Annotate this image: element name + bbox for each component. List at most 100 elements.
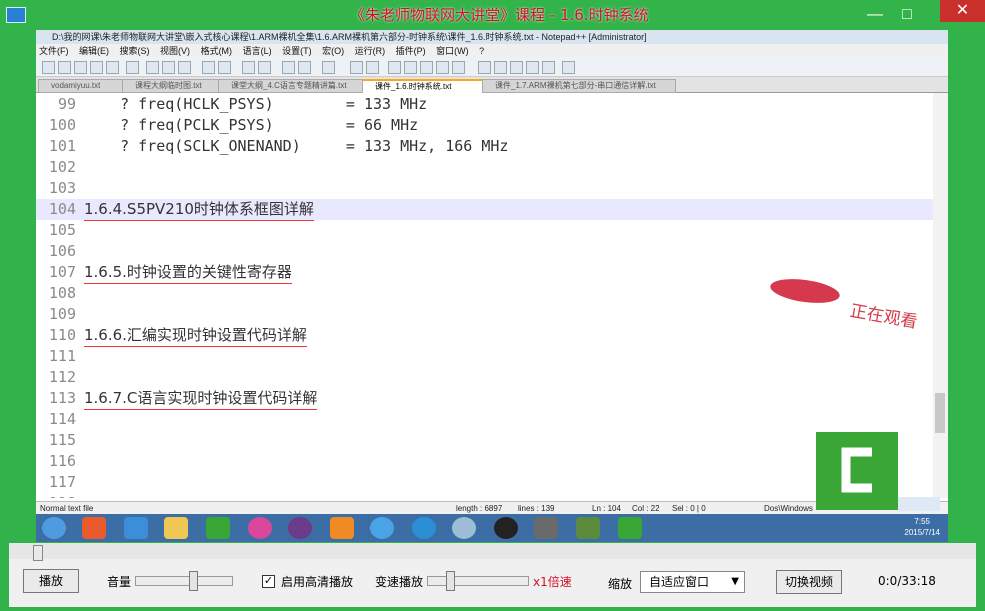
indent-guide-icon [388,61,401,74]
menu-window: 窗口(W) [436,46,469,56]
npp-status-bar: Normal text file length : 6897 lines : 1… [36,501,948,515]
line-number: 116 [48,452,76,470]
folder-workspace-icon [452,61,465,74]
hd-checkbox[interactable]: ✓ [262,575,275,588]
speed-slider[interactable] [427,571,529,591]
tab-c-topics: 课堂大纲_4.C语言专题精讲篇.txt [218,79,370,93]
pdf-icon [330,517,354,539]
player-title: 《朱老师物联网大讲堂》课程 - 1.6.时钟系统 [350,6,649,24]
tab-clock-system: 课件_1.6.时钟系统.txt [362,79,492,94]
show-all-icon [366,61,379,74]
zoom-in-icon [282,61,295,74]
menu-search: 搜索(S) [119,46,150,56]
line-number: 108 [48,284,76,302]
volume-slider[interactable] [135,571,233,591]
speed-knob[interactable] [446,571,455,591]
menu-view: 视图(V) [160,46,191,56]
chevron-down-icon: ▼ [731,576,739,587]
record-macro-icon [478,61,491,74]
time-display: 0:0/33:18 [878,574,936,588]
line-text: ? freq(SCLK_ONENAND) = 133 MHz, 166 MHz [84,137,509,155]
film-icon [6,7,26,23]
camtasia-logo [816,432,898,510]
clock-time: 7:55 [914,517,930,526]
k-app-icon [412,517,436,539]
line-number: 99 [57,95,76,113]
line-number: 114 [48,410,76,428]
lang-icon [404,61,417,74]
video-app-icon [534,517,558,539]
line-text: 1.6.7.C语言实现时钟设置代码详解 [84,388,318,410]
line-number: 117 [48,473,76,491]
tab-vodamiyuu: vodamiyuu.txt [38,79,132,93]
line-text: 1.6.6.汇编实现时钟设置代码详解 [84,325,307,347]
watermark: 正在观看 [768,275,940,340]
editor-line: 102 [36,157,933,178]
line-number: 104 [48,200,76,218]
editor-line: 100 ? freq(PCLK_PSYS) = 66 MHz [36,115,933,136]
folder-icon [164,517,188,539]
camtasia-icon [206,517,230,539]
line-number: 113 [48,389,76,407]
play-macro-icon [510,61,523,74]
doc-map-icon [420,61,433,74]
speed-label: 变速播放 [375,575,424,589]
play-button[interactable]: 播放 [23,569,79,593]
line-number: 106 [48,242,76,260]
npp-toolbar [36,58,948,77]
line-number: 112 [48,368,76,386]
zoom-label: 缩放 [608,577,633,591]
minimize-button[interactable]: — [864,4,886,26]
editor-line: 103 [36,178,933,199]
line-text: ? freq(PCLK_PSYS) = 66 MHz [84,116,419,134]
paste-icon [178,61,191,74]
notepad-icon [576,517,600,539]
menu-edit: 编辑(E) [79,46,110,56]
volume-knob[interactable] [189,571,198,591]
line-number: 101 [48,137,76,155]
save-icon [74,61,87,74]
app-360-icon [82,517,106,539]
clock-date: 2015/7/14 [904,528,940,537]
camtasia-recorder-icon [618,517,642,539]
save-all-icon [90,61,103,74]
run-macro-icon [526,61,539,74]
open-file-icon [58,61,71,74]
save-macro-icon [542,61,555,74]
menu-run: 运行(R) [354,46,386,56]
find-icon [242,61,255,74]
tab-uart: 课件_1.7.ARM裸机第七部分-串口通信详解.txt [482,79,676,93]
close-button[interactable]: ✕ [940,0,985,22]
editor-line: 101 ? freq(SCLK_ONENAND) = 133 MHz, 166 … [36,136,933,157]
copy-icon [162,61,175,74]
editor-line: 106 [36,241,933,262]
line-text: ? freq(HCLK_PSYS) = 133 MHz [84,95,428,113]
line-number: 111 [48,347,76,365]
app-ball-icon [288,517,312,539]
qq-icon [494,517,518,539]
seek-handle[interactable] [33,545,43,561]
line-number: 100 [48,116,76,134]
npp-tab-bar: vodamiyuu.txt 课程大纲临时图.txt 课堂大纲_4.C语言专题精讲… [36,77,948,94]
cut-icon [146,61,159,74]
camtasia-c-icon [816,432,898,510]
stop-macro-icon [494,61,507,74]
taskbar-clock: 7:55 2015/7/14 [904,516,940,538]
replace-icon [258,61,271,74]
chart-app-icon [452,517,476,539]
start-orb-icon [42,517,66,539]
redo-icon [218,61,231,74]
editor-line: 114 [36,409,933,430]
menu-format: 格式(M) [200,46,233,56]
editor-line-current: 104 1.6.4.S5PV210时钟体系框图详解 [36,199,933,221]
npp-menu-bar: 文件(F) 编辑(E) 搜索(S) 视图(V) 格式(M) 语言(L) 设置(T… [36,44,948,58]
seek-bar[interactable] [9,543,976,559]
new-file-icon [42,61,55,74]
wrap-icon [350,61,363,74]
switch-video-button[interactable]: 切换视频 [776,570,842,594]
zoom-select[interactable]: 自适应窗口 ▼ [640,571,745,593]
maximize-button[interactable]: □ [896,4,918,26]
editor-line: 112 [36,367,933,388]
menu-settings: 设置(T) [282,46,312,56]
editor-line: 115 [36,430,933,451]
